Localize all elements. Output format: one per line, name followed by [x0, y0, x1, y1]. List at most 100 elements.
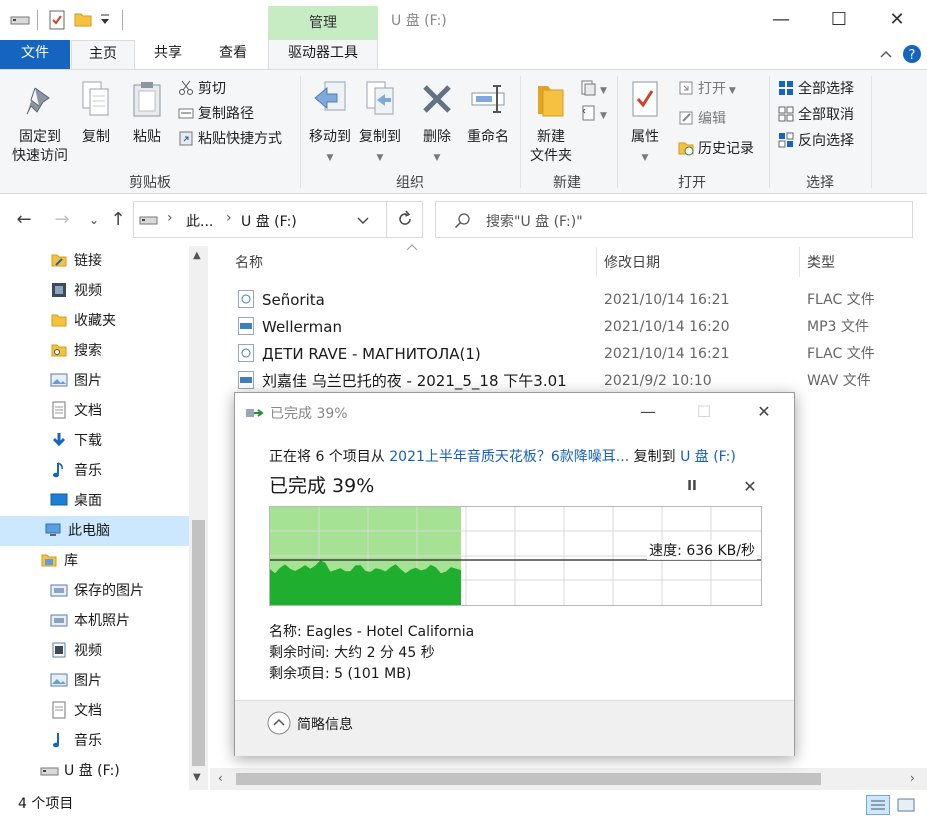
tab-view[interactable]: 查看: [204, 40, 262, 69]
nav-item-library-music[interactable]: 音乐: [50, 726, 102, 756]
address-bar[interactable]: › 此... › U 盘 (F:): [133, 201, 423, 238]
navigation-pane-scrollbar[interactable]: ▲ ▼: [189, 246, 208, 792]
tab-drive-tools[interactable]: 驱动器工具: [268, 40, 378, 69]
cut-button[interactable]: 剪切: [178, 78, 226, 100]
properties-button[interactable]: 属性 ▼: [622, 80, 668, 168]
destination-link[interactable]: U 盘 (F:): [680, 449, 736, 465]
tab-share[interactable]: 共享: [140, 40, 196, 69]
nav-item-library-pictures[interactable]: 图片: [50, 666, 102, 696]
file-row[interactable]: Wellerman 2021/10/14 16:20 MP3 文件: [230, 314, 920, 340]
less-details-button[interactable]: 简略信息: [267, 711, 353, 737]
scroll-up-icon[interactable]: ▲: [193, 250, 201, 261]
scroll-thumb[interactable]: [236, 773, 821, 785]
nav-item-videos[interactable]: 视频: [50, 276, 102, 306]
pin-to-quick-access-button[interactable]: 固定到 快速访问: [6, 84, 74, 166]
address-dropdown-chevron-icon[interactable]: [356, 208, 378, 232]
breadcrumb-this-pc[interactable]: 此...: [186, 211, 213, 231]
nav-item-usb-drive[interactable]: U 盘 (F:): [40, 756, 120, 786]
dialog-title: 已完成 39%: [270, 406, 348, 422]
nav-item-camera-roll[interactable]: 本机照片: [50, 606, 130, 636]
rename-button[interactable]: 重命名: [462, 80, 514, 147]
invert-selection-button[interactable]: 反向选择: [778, 130, 854, 152]
dialog-maximize-button: ☐: [696, 402, 712, 421]
pin-label-1: 固定到: [19, 129, 61, 145]
copy-description: 正在将 6 个项目从 2021上半年音质天花板？6款降噪耳... 复制到 U 盘…: [269, 446, 736, 466]
details-view-icon[interactable]: [866, 795, 890, 815]
select-all-button[interactable]: 全部选择: [778, 78, 854, 100]
nav-item-this-pc[interactable]: 此电脑: [0, 516, 189, 546]
new-folder-button[interactable]: 新建 文件夹: [524, 80, 578, 166]
paste-shortcut-button[interactable]: 粘贴快捷方式: [178, 128, 282, 150]
dialog-close-button[interactable]: ✕: [741, 397, 787, 427]
move-to-button[interactable]: 移动到 ▼: [305, 80, 355, 168]
scroll-down-icon[interactable]: ▼: [193, 772, 201, 783]
this-pc-icon: [44, 520, 62, 538]
properties-check-icon[interactable]: [48, 10, 66, 34]
scroll-thumb[interactable]: [192, 520, 205, 766]
manage-context-tab[interactable]: 管理: [268, 6, 378, 40]
file-row[interactable]: 刘嘉佳 乌兰巴托的夜 - 2021_5_18 下午3.01 2021/9/2 1…: [230, 368, 920, 394]
nav-item-saved-pictures[interactable]: 保存的图片: [50, 576, 144, 606]
column-header-date[interactable]: 修改日期: [604, 252, 660, 274]
select-none-button[interactable]: 全部取消: [778, 104, 854, 126]
new-folder-icon[interactable]: [74, 10, 92, 32]
help-icon[interactable]: ?: [902, 44, 922, 68]
easy-access-button[interactable]: ▼: [580, 103, 607, 125]
copy-button[interactable]: 复制: [76, 80, 116, 147]
desktop-icon: [50, 490, 68, 508]
file-row[interactable]: ДЕТИ RAVE - МАГНИТОЛА(1) 2021/10/14 16:2…: [230, 341, 920, 367]
nav-item-downloads[interactable]: 下载: [50, 426, 102, 456]
nav-item-desktop[interactable]: 桌面: [50, 486, 102, 516]
close-button[interactable]: ✕: [868, 0, 926, 40]
forward-arrow-icon[interactable]: →: [50, 206, 74, 234]
tab-file[interactable]: 文件: [0, 40, 70, 69]
breadcrumb-drive[interactable]: U 盘 (F:): [241, 211, 297, 231]
large-icons-view-icon[interactable]: [896, 796, 916, 819]
minimize-button[interactable]: —: [752, 0, 810, 40]
edit-button[interactable]: 编辑: [678, 108, 726, 130]
cancel-copy-button[interactable]: ✕: [727, 472, 773, 502]
refresh-icon[interactable]: [396, 210, 414, 232]
new-item-button[interactable]: ▼: [580, 78, 607, 100]
quick-access-dropdown-icon[interactable]: [100, 13, 110, 31]
nav-item-library-videos[interactable]: 视频: [50, 636, 102, 666]
maximize-button[interactable]: ☐: [810, 0, 868, 40]
file-row[interactable]: Señorita 2021/10/14 16:21 FLAC 文件: [230, 287, 920, 313]
copy-path-button[interactable]: 复制路径: [178, 103, 254, 125]
nav-item-documents[interactable]: 文档: [50, 396, 102, 426]
open-button[interactable]: 打开 ▼: [678, 78, 736, 100]
column-header-name[interactable]: 名称: [235, 252, 263, 274]
back-arrow-icon[interactable]: ←: [12, 206, 36, 234]
column-divider[interactable]: [799, 247, 800, 277]
scroll-right-icon[interactable]: ›: [910, 771, 915, 785]
collapse-ribbon-icon[interactable]: [878, 46, 894, 66]
history-button[interactable]: 历史记录: [678, 138, 754, 160]
column-header-type[interactable]: 类型: [807, 252, 835, 274]
nav-item-links[interactable]: 链接: [50, 246, 102, 276]
nav-item-library-documents[interactable]: 文档: [50, 696, 102, 726]
recent-locations-chevron-icon[interactable]: ⌄: [82, 206, 106, 234]
dialog-minimize-button[interactable]: —: [625, 397, 671, 427]
tab-home[interactable]: 主页: [71, 40, 135, 70]
new-folder-label-2: 文件夹: [530, 148, 572, 164]
paste-shortcut-icon: [178, 130, 194, 146]
transfer-speed-chart: 速度: 636 KB/秒: [269, 506, 762, 606]
breadcrumb-separator-icon[interactable]: ›: [226, 210, 232, 226]
nav-item-searches[interactable]: 搜索: [50, 336, 102, 366]
breadcrumb-separator-icon[interactable]: ›: [167, 210, 173, 226]
source-folder-link[interactable]: 2021上半年音质天花板？6款降噪耳...: [389, 449, 629, 465]
nav-item-favorites[interactable]: 收藏夹: [50, 306, 116, 336]
nav-item-libraries[interactable]: 库: [40, 546, 78, 576]
up-arrow-icon[interactable]: ↑: [106, 206, 130, 234]
delete-button[interactable]: 删除 ▼: [415, 80, 459, 168]
pause-button[interactable]: II: [669, 472, 715, 502]
copy-to-button[interactable]: 复制到 ▼: [355, 80, 405, 168]
nav-item-pictures[interactable]: 图片: [50, 366, 102, 396]
nav-item-music[interactable]: 音乐: [50, 456, 102, 486]
delete-label: 删除: [423, 129, 451, 145]
file-list-horizontal-scrollbar[interactable]: ‹ ›: [210, 768, 927, 790]
column-divider[interactable]: [596, 247, 597, 277]
search-box[interactable]: 搜索"U 盘 (F:)": [435, 201, 913, 238]
paste-button[interactable]: 粘贴: [126, 80, 168, 147]
scroll-left-icon[interactable]: ‹: [218, 771, 223, 785]
